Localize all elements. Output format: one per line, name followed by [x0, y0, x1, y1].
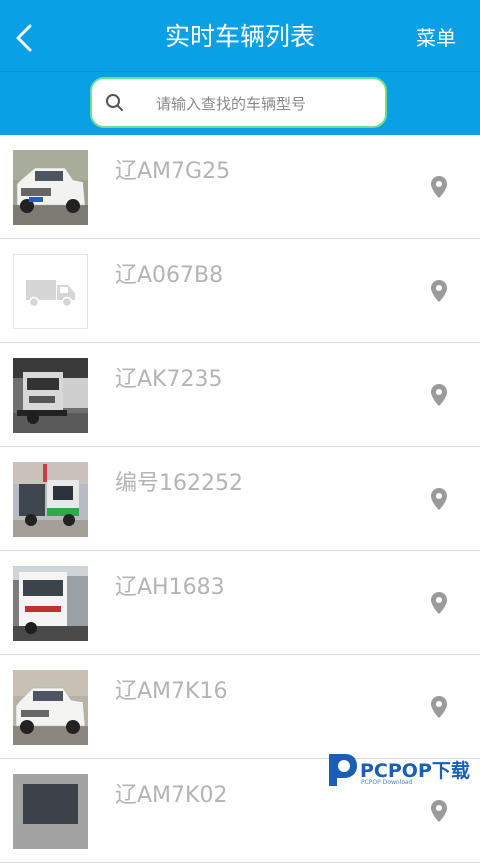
location-pin-icon[interactable] — [429, 591, 449, 615]
vehicle-plate: 辽AK7235 — [115, 367, 223, 392]
search-input[interactable] — [154, 79, 378, 128]
location-pin-icon[interactable] — [429, 487, 449, 511]
header-bar: 实时车辆列表 菜单 — [0, 0, 480, 135]
vehicle-row[interactable]: 辽AM7K16 — [0, 655, 480, 759]
vehicle-plate: 辽AM7G25 — [115, 159, 231, 184]
location-pin-icon[interactable] — [429, 695, 449, 719]
title-bar: 实时车辆列表 菜单 — [0, 0, 480, 72]
page-title: 实时车辆列表 — [164, 22, 315, 51]
search-box[interactable] — [90, 77, 387, 128]
vehicle-plate: 编号162252 — [115, 471, 243, 496]
vehicle-photo — [13, 670, 88, 745]
vehicle-plate: 辽AM7K02 — [115, 783, 228, 808]
location-pin-icon[interactable] — [429, 799, 449, 823]
location-pin-icon[interactable] — [429, 175, 449, 199]
location-pin-icon[interactable] — [429, 383, 449, 407]
vehicle-photo — [13, 358, 88, 433]
vehicle-photo — [13, 150, 88, 225]
vehicle-row[interactable]: 辽A067B8 — [0, 239, 480, 343]
search-icon — [106, 94, 123, 111]
menu-button[interactable]: 菜单 — [416, 24, 456, 52]
vehicle-photo — [13, 566, 88, 641]
location-pin-icon[interactable] — [429, 279, 449, 303]
vehicle-photo — [13, 774, 88, 849]
vehicle-photo — [13, 254, 88, 329]
truck-icon — [26, 280, 75, 308]
vehicle-plate: 辽AM7K16 — [115, 679, 228, 704]
watermark-sub: PCPOP Download — [361, 779, 413, 786]
pcpop-logo-icon — [329, 754, 357, 786]
vehicle-row[interactable]: 编号162252 — [0, 447, 480, 551]
vehicle-row[interactable]: 辽AH1683 — [0, 551, 480, 655]
vehicle-plate: 辽AH1683 — [115, 575, 225, 600]
header-divider — [0, 71, 480, 72]
vehicle-photo — [13, 462, 88, 537]
watermark: PCPOP下载 PCPOP Download — [325, 750, 475, 796]
vehicle-row[interactable]: 辽AM7G25 — [0, 135, 480, 239]
vehicle-row[interactable]: 辽AK7235 — [0, 343, 480, 447]
vehicle-plate: 辽A067B8 — [115, 263, 224, 288]
